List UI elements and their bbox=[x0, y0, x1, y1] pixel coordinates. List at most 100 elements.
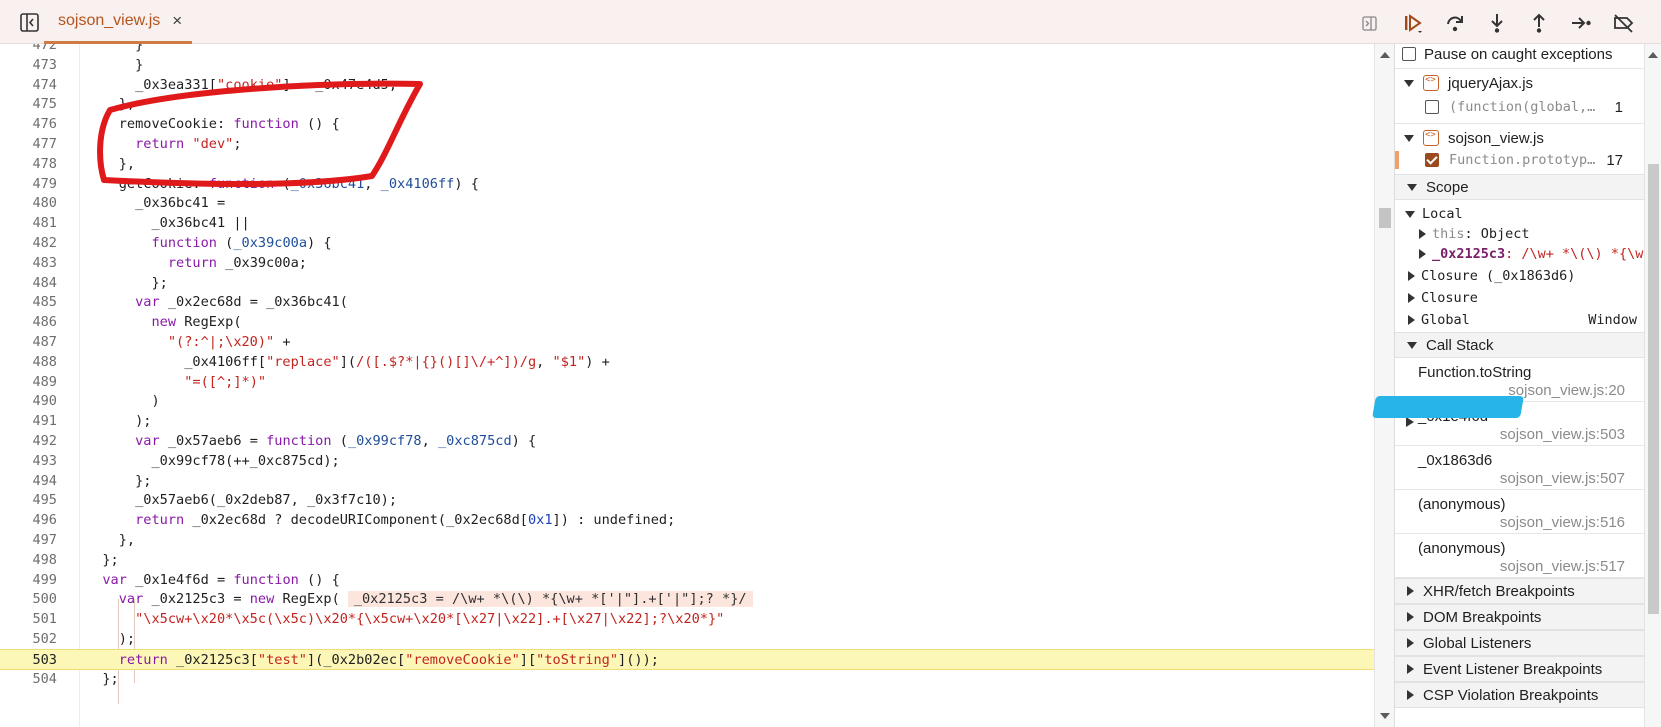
expand-icon[interactable] bbox=[1407, 638, 1414, 648]
collapse-icon[interactable] bbox=[1407, 183, 1417, 191]
line-number[interactable]: 488 bbox=[0, 352, 57, 373]
breakpoint-file-jqueryajax[interactable]: jqueryAjax.js bbox=[1395, 69, 1644, 97]
line-number[interactable]: 493 bbox=[0, 451, 57, 472]
line-number[interactable]: 501 bbox=[0, 609, 57, 630]
expand-icon[interactable] bbox=[1404, 79, 1414, 87]
expand-icon[interactable] bbox=[1407, 690, 1414, 700]
expand-icon[interactable] bbox=[1404, 134, 1414, 142]
section-header[interactable]: CSP Violation Breakpoints bbox=[1395, 682, 1644, 708]
line-number[interactable]: 483 bbox=[0, 253, 57, 274]
code-line[interactable]: 482 function (_0x39c00a) { bbox=[0, 233, 1374, 254]
resume-icon[interactable] bbox=[1402, 12, 1424, 34]
expand-icon[interactable] bbox=[1419, 249, 1426, 259]
code-line[interactable]: 489 "=([^;]*)" bbox=[0, 372, 1374, 393]
expand-icon[interactable] bbox=[1407, 586, 1414, 596]
code-line[interactable]: 483 return _0x39c00a; bbox=[0, 253, 1374, 274]
call-frame[interactable]: _0x1863d6 sojson_view.js:507 bbox=[1395, 446, 1644, 490]
line-number[interactable]: 485 bbox=[0, 292, 57, 313]
code-line[interactable]: 477 return "dev"; bbox=[0, 134, 1374, 155]
line-number[interactable]: 496 bbox=[0, 510, 57, 531]
close-icon[interactable]: × bbox=[172, 12, 182, 29]
collapse-icon[interactable] bbox=[1405, 210, 1415, 218]
line-number[interactable]: 502 bbox=[0, 629, 57, 650]
code-line[interactable]: 493 _0x99cf78(++_0xc875cd); bbox=[0, 451, 1374, 472]
code-line[interactable]: 504 }; bbox=[0, 669, 1374, 690]
line-number[interactable]: 476 bbox=[0, 114, 57, 135]
call-frame-location[interactable]: sojson_view.js:517 bbox=[1500, 558, 1625, 575]
breakpoint-checkbox[interactable] bbox=[1425, 153, 1439, 167]
line-number[interactable]: 500 bbox=[0, 589, 57, 610]
code-line[interactable]: 476 removeCookie: function () { bbox=[0, 114, 1374, 135]
code-line[interactable]: 492 var _0x57aeb6 = function (_0x99cf78,… bbox=[0, 431, 1374, 452]
scroll-up-icon[interactable] bbox=[1648, 52, 1658, 58]
call-frame-location[interactable]: sojson_view.js:20 bbox=[1508, 382, 1625, 399]
scope-closure-2[interactable]: Closure bbox=[1395, 288, 1644, 308]
line-number[interactable]: 495 bbox=[0, 490, 57, 511]
scope-closure-1[interactable]: Closure (_0x1863d6) bbox=[1395, 266, 1644, 286]
line-number[interactable]: 499 bbox=[0, 570, 57, 591]
scroll-up-icon[interactable] bbox=[1380, 52, 1390, 58]
step-over-icon[interactable] bbox=[1444, 12, 1466, 34]
breakpoint-entry[interactable]: (function(global,… 1 bbox=[1395, 95, 1644, 119]
code-editor[interactable]: 472 } 473 } 474 _0x3ea331["cookie"] = _0x4… bbox=[0, 44, 1374, 727]
pause-caught-row[interactable]: Pause on caught exceptions bbox=[1395, 44, 1644, 69]
panel-scrollbar[interactable] bbox=[1644, 44, 1661, 727]
code-line[interactable]: 499 var _0x1e4f6d = function () { bbox=[0, 570, 1374, 591]
call-frame[interactable]: (anonymous) sojson_view.js:517 bbox=[1395, 534, 1644, 578]
code-line[interactable]: 503 return _0x2125c3["test"](_0x2b02ec["… bbox=[0, 648, 1374, 670]
line-number[interactable]: 480 bbox=[0, 193, 57, 214]
code-line[interactable]: 486 new RegExp( bbox=[0, 312, 1374, 333]
section-header[interactable]: Global Listeners bbox=[1395, 630, 1644, 656]
step-icon[interactable] bbox=[1570, 12, 1592, 34]
code-line[interactable]: 488 _0x4106ff["replace"](/([.$?*|{}()[]\… bbox=[0, 352, 1374, 373]
scope-section-header[interactable]: Scope bbox=[1395, 174, 1644, 200]
scope-this[interactable]: this: Object bbox=[1395, 224, 1644, 244]
breakpoint-checkbox[interactable] bbox=[1425, 100, 1439, 114]
line-number[interactable]: 474 bbox=[0, 75, 57, 96]
code-line[interactable]: 496 return _0x2ec68d ? decodeURIComponen… bbox=[0, 510, 1374, 531]
line-number[interactable]: 489 bbox=[0, 372, 57, 393]
line-number[interactable]: 479 bbox=[0, 174, 57, 195]
expand-icon[interactable] bbox=[1419, 229, 1426, 239]
code-line[interactable]: 480 _0x36bc41 = bbox=[0, 193, 1374, 214]
deactivate-breakpoints-icon[interactable] bbox=[1612, 12, 1634, 34]
section-header[interactable]: Event Listener Breakpoints bbox=[1395, 656, 1644, 682]
expand-icon[interactable] bbox=[1408, 315, 1415, 325]
editor-scrollbar[interactable] bbox=[1374, 44, 1394, 727]
call-frame-location[interactable]: sojson_view.js:503 bbox=[1500, 426, 1625, 443]
scope-local[interactable]: Local bbox=[1395, 204, 1644, 224]
panel-scroll-thumb[interactable] bbox=[1648, 164, 1659, 614]
sidebar-toggle-icon[interactable] bbox=[20, 13, 39, 32]
line-number[interactable]: 504 bbox=[0, 669, 57, 690]
code-line[interactable]: 473 } bbox=[0, 55, 1374, 76]
line-number[interactable]: 478 bbox=[0, 154, 57, 175]
code-line[interactable]: 498 }; bbox=[0, 550, 1374, 571]
call-stack-section-header[interactable]: Call Stack bbox=[1395, 332, 1644, 358]
code-line[interactable]: 497 }, bbox=[0, 530, 1374, 551]
section-header[interactable]: DOM Breakpoints bbox=[1395, 604, 1644, 630]
line-number[interactable]: 484 bbox=[0, 273, 57, 294]
right-panel-toggle-icon[interactable] bbox=[1362, 16, 1377, 31]
code-line[interactable]: 481 _0x36bc41 || bbox=[0, 213, 1374, 234]
step-into-icon[interactable] bbox=[1486, 12, 1508, 34]
step-out-icon[interactable] bbox=[1528, 12, 1550, 34]
breakpoint-entry[interactable]: Function.prototyp… 17 bbox=[1395, 148, 1644, 172]
code-line[interactable]: 501 "\x5cw+\x20*\x5c(\x5c)\x20*{\x5cw+\x… bbox=[0, 609, 1374, 630]
editor-scroll-thumb[interactable] bbox=[1379, 208, 1391, 228]
expand-icon[interactable] bbox=[1407, 612, 1414, 622]
code-line[interactable]: 500 var _0x2125c3 = new RegExp(_0x2125c3… bbox=[0, 589, 1374, 610]
line-number[interactable]: 487 bbox=[0, 332, 57, 353]
line-number[interactable]: 486 bbox=[0, 312, 57, 333]
section-header[interactable]: XHR/fetch Breakpoints bbox=[1395, 578, 1644, 604]
code-line[interactable]: 474 _0x3ea331["cookie"] = _0x47e4d5; bbox=[0, 75, 1374, 96]
expand-icon[interactable] bbox=[1408, 293, 1415, 303]
line-number[interactable]: 473 bbox=[0, 55, 57, 76]
code-line[interactable]: 491 ); bbox=[0, 411, 1374, 432]
line-number[interactable]: 481 bbox=[0, 213, 57, 234]
line-number[interactable]: 482 bbox=[0, 233, 57, 254]
line-number[interactable]: 498 bbox=[0, 550, 57, 571]
code-line[interactable]: 478 }, bbox=[0, 154, 1374, 175]
code-line[interactable]: 485 var _0x2ec68d = _0x36bc41( bbox=[0, 292, 1374, 313]
call-frame[interactable]: (anonymous) sojson_view.js:516 bbox=[1395, 490, 1644, 534]
code-line[interactable]: 487 "(?:^|;\x20)" + bbox=[0, 332, 1374, 353]
